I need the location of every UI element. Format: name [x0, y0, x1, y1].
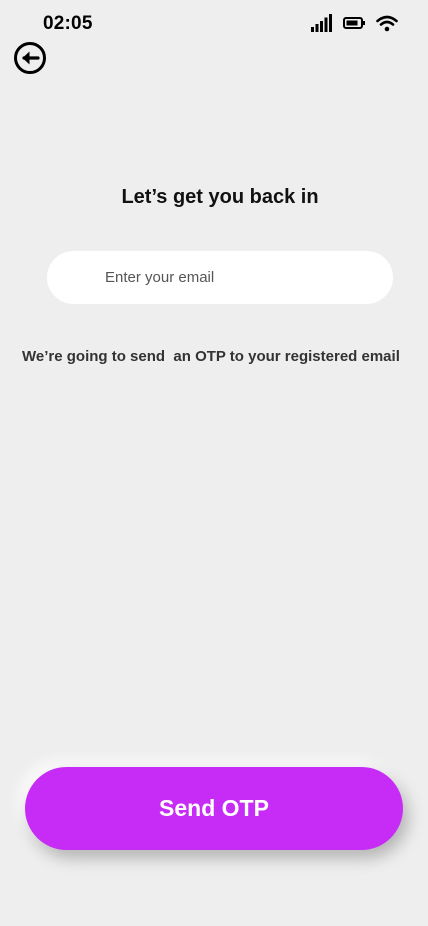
send-otp-button[interactable]: Send OTP — [25, 767, 403, 850]
otp-info-text: We’re going to send an OTP to your regis… — [22, 348, 400, 365]
signal-icon — [311, 14, 332, 32]
page-title: Let’s get you back in — [121, 186, 319, 208]
status-icons — [311, 12, 398, 34]
email-field[interactable] — [47, 251, 393, 304]
status-time: 02:05 — [43, 13, 93, 34]
back-arrow-icon[interactable] — [13, 41, 47, 75]
battery-icon — [343, 17, 365, 29]
wifi-icon — [376, 15, 398, 31]
